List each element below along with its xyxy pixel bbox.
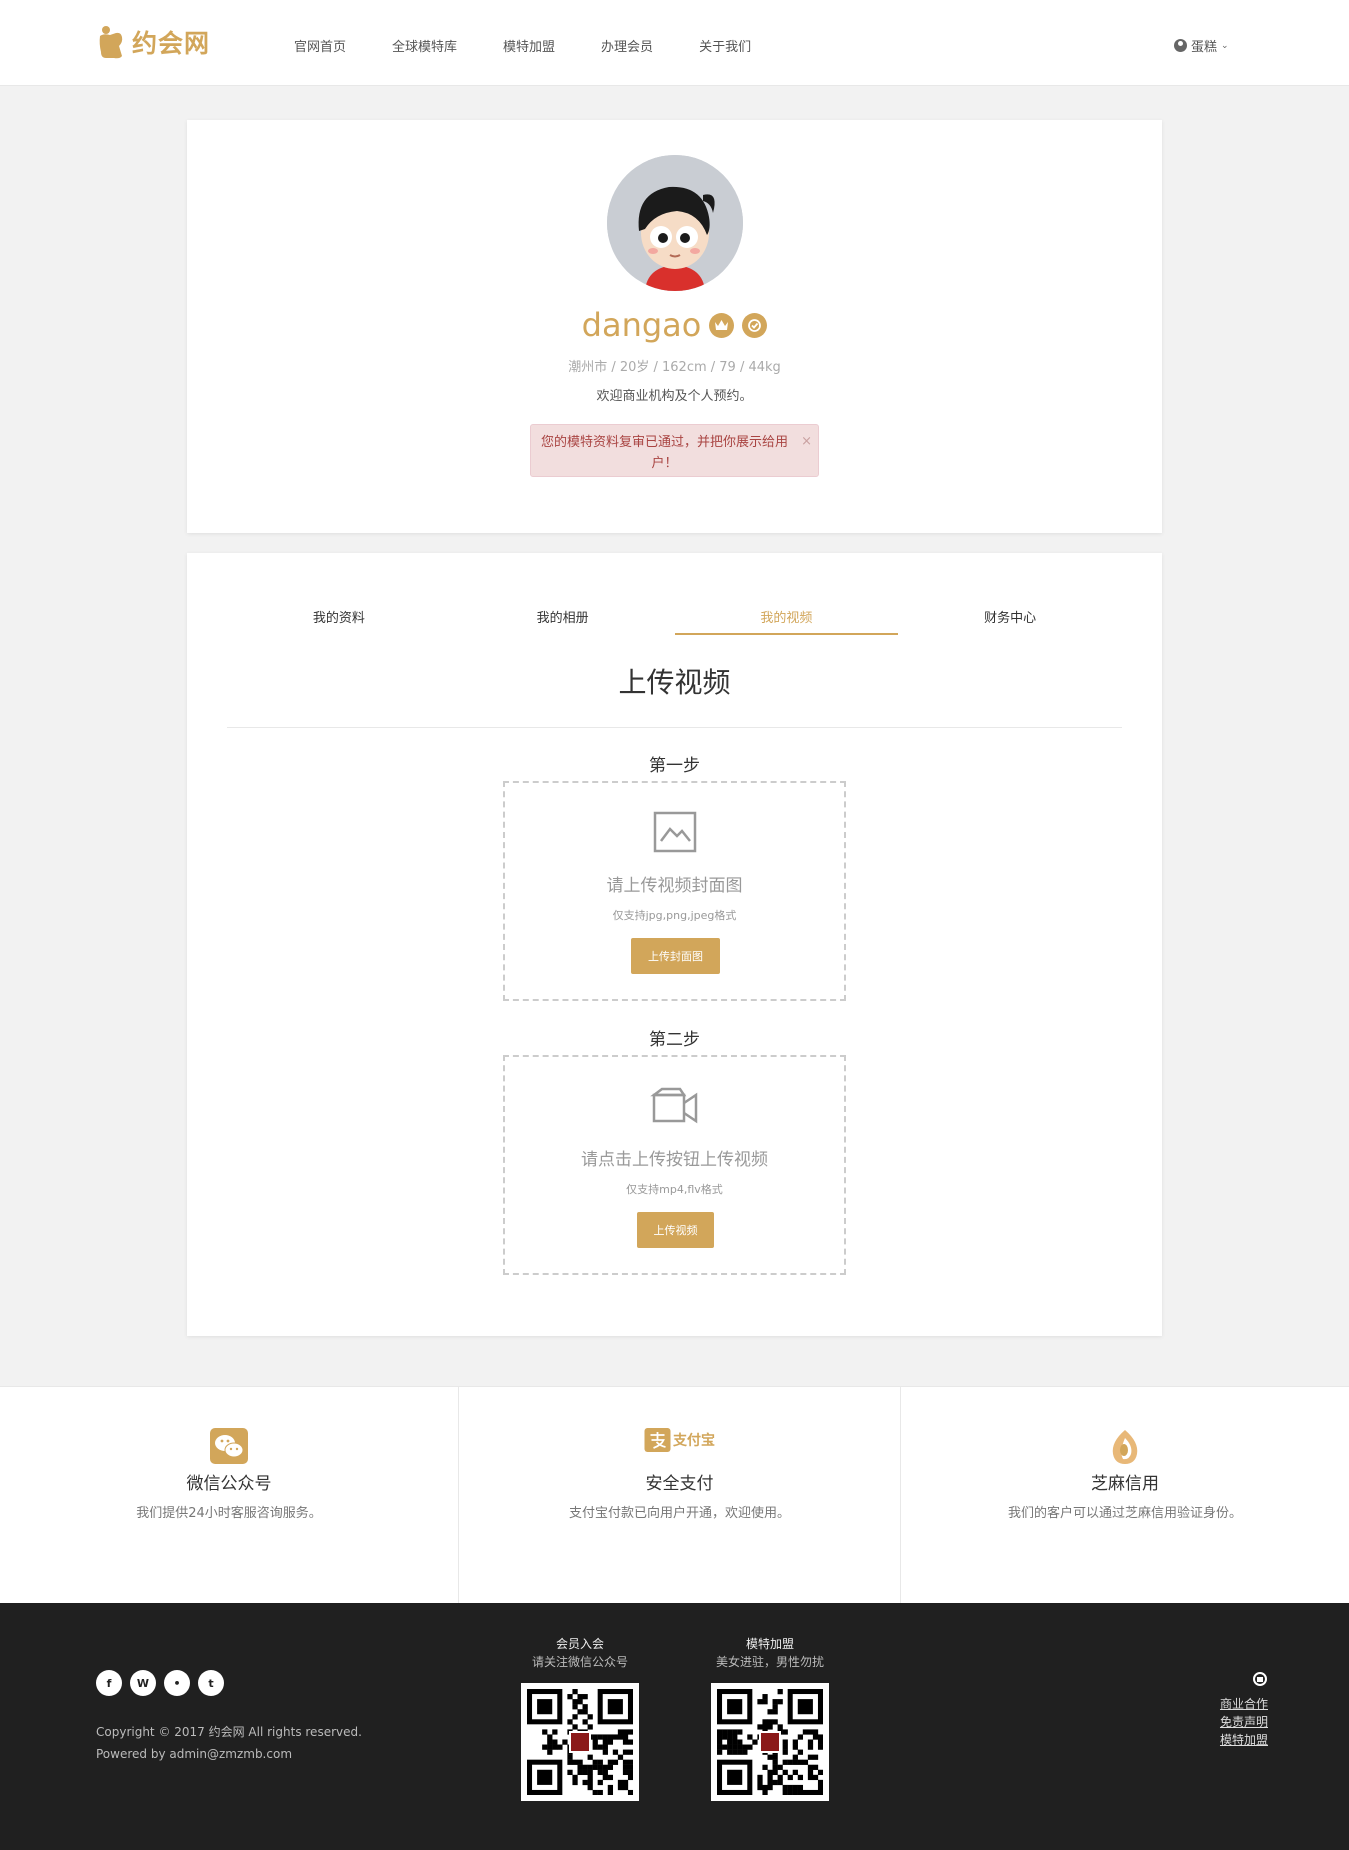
- powered-by: Powered by admin@zmzmb.com: [96, 1747, 293, 1761]
- qr-code: [521, 1683, 639, 1801]
- weibo-icon[interactable]: W: [130, 1670, 156, 1696]
- feature-desc: 我们提供24小时客服咨询服务。: [136, 1506, 322, 1521]
- video-format-hint: 仅支持mp4,flv格式: [626, 1183, 723, 1196]
- video-camera-icon: [649, 1087, 697, 1124]
- logo-icon: [99, 26, 123, 59]
- link-model-join[interactable]: 模特加盟: [1188, 1731, 1268, 1749]
- chevron-down-icon: ⌄: [1221, 40, 1229, 51]
- alipay-logo-text: 支付宝: [673, 1433, 715, 1449]
- nav-home[interactable]: 官网首页: [294, 36, 346, 55]
- profile-bio: 欢迎商业机构及个人预约。: [596, 389, 753, 404]
- cover-image-dropzone[interactable]: 请上传视频封面图 仅支持jpg,png,jpeg格式 上传封面图: [503, 781, 846, 1001]
- feature-title: 芝麻信用: [1091, 1474, 1159, 1494]
- qr-title: 模特加盟: [745, 1637, 794, 1651]
- profile-meta: 潮州市 / 20岁 / 162cm / 79 / 44kg: [568, 360, 781, 375]
- step-two-label: 第二步: [649, 1030, 700, 1050]
- qr-subtitle: 请关注微信公众号: [531, 1655, 628, 1669]
- avatar: [607, 155, 743, 291]
- qr-code: [711, 1683, 829, 1801]
- nav-membership[interactable]: 办理会员: [601, 36, 653, 55]
- feature-title: 微信公众号: [186, 1474, 272, 1494]
- main-nav: 官网首页 全球模特库 模特加盟 办理会员 关于我们: [294, 36, 797, 55]
- profile-card: dangao 潮州市 / 20岁 / 162cm / 79 / 44kg 欢迎商…: [187, 120, 1162, 533]
- qr-title: 会员入会: [555, 1637, 604, 1651]
- feature-desc: 支付宝付款已向用户开通，欢迎使用。: [568, 1506, 790, 1521]
- user-circle-icon: [1174, 39, 1187, 52]
- image-icon: [653, 811, 696, 853]
- facebook-icon[interactable]: f: [96, 1670, 122, 1696]
- logo-text: 约会网: [132, 29, 211, 58]
- cover-upload-title: 请上传视频封面图: [606, 876, 743, 896]
- footer-links: 商业合作 免责声明 模特加盟: [1188, 1671, 1268, 1749]
- video-dropzone[interactable]: 请点击上传按钮上传视频 仅支持mp4,flv格式 上传视频: [503, 1055, 846, 1275]
- link-disclaimer[interactable]: 免责声明: [1188, 1713, 1268, 1731]
- alipay-icon: 支付宝: [644, 1428, 715, 1452]
- video-upload-card: 我的资料 我的相册 我的视频 财务中心 上传视频 第一步 请上传视频封面图 仅支…: [187, 553, 1162, 1336]
- feature-title: 安全支付: [645, 1474, 714, 1494]
- wechat-icon: [210, 1428, 248, 1468]
- tab-finance[interactable]: 财务中心: [898, 585, 1122, 635]
- features-section: 微信公众号 我们提供24小时客服咨询服务。 支付宝 安全支付 支付宝付款已向用户…: [0, 1386, 1349, 1604]
- upload-video-button[interactable]: 上传视频: [637, 1212, 714, 1248]
- link-business[interactable]: 商业合作: [1188, 1695, 1268, 1713]
- nav-model-join[interactable]: 模特加盟: [503, 36, 555, 55]
- nav-model-library[interactable]: 全球模特库: [392, 36, 457, 55]
- user-menu[interactable]: 蛋糕 ⌄: [1174, 36, 1229, 55]
- video-upload-title: 请点击上传按钮上传视频: [581, 1150, 768, 1170]
- username: dangao: [581, 306, 702, 344]
- username-row: dangao: [187, 306, 1162, 344]
- top-navbar: 约会网 官网首页 全球模特库 模特加盟 办理会员 关于我们 蛋糕 ⌄: [0, 0, 1349, 86]
- alert-message: 您的模特资料复审已通过，并把你展示给用户！: [541, 435, 789, 471]
- upload-cover-button[interactable]: 上传封面图: [631, 938, 720, 974]
- copyright: Copyright © 2017 约会网 All rights reserved…: [96, 1721, 362, 1765]
- page-title: 上传视频: [618, 666, 731, 699]
- cover-format-hint: 仅支持jpg,png,jpeg格式: [612, 909, 737, 922]
- site-logo[interactable]: 约会网: [96, 24, 210, 60]
- social-links: f W • t: [96, 1670, 224, 1696]
- user-name: 蛋糕: [1191, 40, 1218, 55]
- status-alert: 您的模特资料复审已通过，并把你展示给用户！ ×: [530, 424, 819, 477]
- qr-subtitle: 美女进驻，男性勿扰: [715, 1655, 824, 1669]
- feature-sesame-credit: 芝麻信用 我们的客户可以通过芝麻信用验证身份。: [901, 1387, 1349, 1604]
- wechat-icon[interactable]: •: [164, 1670, 190, 1696]
- avatar-illustration: [607, 155, 743, 291]
- twitter-icon[interactable]: t: [198, 1670, 224, 1696]
- tab-videos[interactable]: 我的视频: [674, 585, 899, 635]
- step-one-label: 第一步: [649, 756, 700, 776]
- sesame-credit-icon: [1109, 1428, 1141, 1470]
- qr-membership: 会员入会 请关注微信公众号: [505, 1635, 655, 1801]
- feature-wechat: 微信公众号 我们提供24小时客服咨询服务。: [0, 1387, 459, 1604]
- verified-icon: [742, 312, 768, 338]
- qr-model-join: 模特加盟 美女进驻，男性勿扰: [695, 1635, 845, 1801]
- nav-about[interactable]: 关于我们: [699, 36, 751, 55]
- site-footer: f W • t Copyright © 2017 约会网 All rights …: [0, 1603, 1349, 1850]
- close-icon[interactable]: ×: [801, 431, 812, 452]
- tab-album[interactable]: 我的相册: [451, 585, 675, 635]
- crown-icon: [709, 312, 735, 338]
- profile-tabs: 我的资料 我的相册 我的视频 财务中心: [227, 585, 1122, 635]
- copyright-text: Copyright © 2017 约会网 All rights reserved…: [96, 1725, 362, 1739]
- divider: [227, 727, 1122, 728]
- customer-service-icon: [1253, 1672, 1267, 1686]
- feature-desc: 我们的客户可以通过芝麻信用验证身份。: [1007, 1506, 1242, 1521]
- tab-profile[interactable]: 我的资料: [227, 585, 451, 635]
- feature-alipay: 支付宝 安全支付 支付宝付款已向用户开通，欢迎使用。: [459, 1387, 901, 1604]
